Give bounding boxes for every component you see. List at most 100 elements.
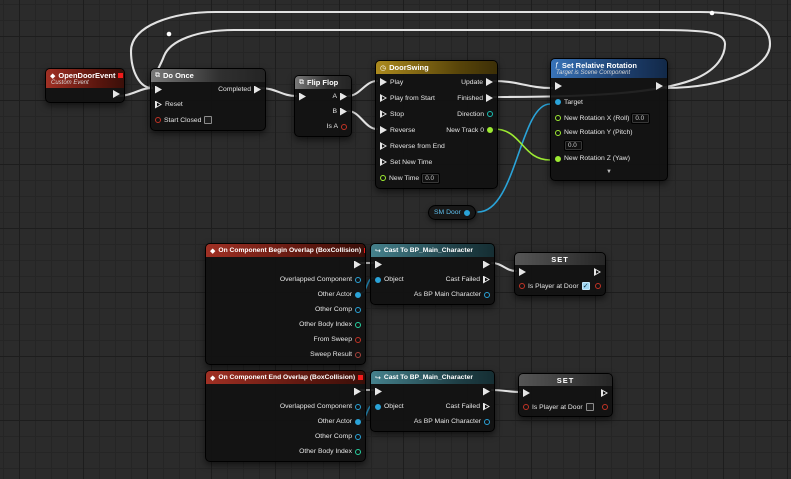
exec-out-a-pin[interactable] (340, 93, 347, 101)
blueprint-graph-canvas[interactable]: ◆ OpenDoorEvent Custom Event ⧉ Do Once C… (0, 0, 791, 479)
pin-row: Other Actor (206, 287, 365, 302)
pitch-value-input[interactable]: 0.0 (565, 141, 582, 150)
bool-in-is-player-at-door-pin[interactable] (523, 404, 529, 410)
wire-junction-dot (710, 11, 715, 16)
node-cast-to-bp-main-character-end[interactable]: ↪ Cast To BP_Main_Character Object Cast … (370, 370, 495, 432)
exec-in-reset-pin[interactable] (155, 101, 162, 109)
node-cast-to-bp-main-character-begin[interactable]: ↪ Cast To BP_Main_Character Object Cast … (370, 243, 495, 305)
float-in-new-time-pin[interactable] (380, 175, 386, 181)
int-out-other-body-index-pin[interactable] (355, 449, 361, 455)
node-do-once[interactable]: ⧉ Do Once Completed Reset Start Closed (150, 68, 266, 131)
header-line: ◆ OpenDoorEvent (50, 71, 120, 80)
object-out-as-character-pin[interactable] (484, 292, 490, 298)
exec-out-pin[interactable] (656, 82, 663, 90)
int-out-other-body-index-pin[interactable] (355, 322, 361, 328)
node-end-overlap-event[interactable]: ◆ On Component End Overlap (BoxCollision… (205, 370, 366, 462)
bool-out-pin[interactable] (602, 404, 608, 410)
exec-in-play-from-start-pin[interactable] (380, 94, 387, 102)
pin-label-set-new-time: Set New Time (390, 159, 432, 166)
exec-out-pin[interactable] (594, 268, 601, 276)
object-out-pin[interactable] (464, 210, 470, 216)
exec-in-pin[interactable] (155, 86, 162, 94)
node-set-is-player-at-door-end[interactable]: SET Is Player at Door (518, 373, 613, 417)
object-out-as-character-pin[interactable] (484, 419, 490, 425)
exec-in-pin[interactable] (375, 388, 382, 396)
pin-row: As BP Main Character (371, 287, 494, 302)
pin-row: Sweep Result (206, 347, 365, 362)
object-out-other-comp-pin[interactable] (355, 307, 361, 313)
bool-out-is-a-pin[interactable] (341, 124, 347, 130)
bool-in-start-closed-pin[interactable] (155, 117, 161, 123)
pin-label-other-comp: Other Comp (315, 306, 352, 313)
exec-in-reverse-from-end-pin[interactable] (380, 142, 387, 150)
node-flip-flop[interactable]: ⧉ Flip Flop A B Is A (294, 75, 352, 137)
exec-out-pin[interactable] (354, 388, 361, 396)
exec-out-cast-failed-pin[interactable] (483, 403, 490, 411)
exec-in-pin[interactable] (299, 93, 306, 101)
exec-out-cast-failed-pin[interactable] (483, 276, 490, 284)
exec-out-pin[interactable] (601, 389, 608, 397)
exec-out-finished-pin[interactable] (486, 94, 493, 102)
node-header: ◷ DoorSwing (376, 61, 497, 74)
float-in-pitch-pin[interactable] (555, 130, 561, 136)
exec-out-pin[interactable] (483, 261, 490, 269)
node-sm-door-variable[interactable]: SM Door (428, 205, 476, 220)
pin-row (206, 384, 365, 399)
pin-row: Other Comp (206, 429, 365, 444)
node-title: On Component Begin Overlap (BoxCollision… (218, 247, 361, 254)
exec-in-reverse-pin[interactable] (380, 126, 387, 134)
node-door-swing-timeline[interactable]: ◷ DoorSwing Play Update Play from Start … (375, 60, 498, 189)
exec-in-pin[interactable] (523, 389, 530, 397)
pin-label-direction: Direction (457, 111, 484, 118)
float-out-new-track-0-pin[interactable] (487, 127, 493, 133)
float-in-roll-pin[interactable] (555, 115, 561, 121)
bool-out-from-sweep-pin[interactable] (355, 337, 361, 343)
exec-in-pin[interactable] (375, 261, 382, 269)
node-header: ◆ On Component Begin Overlap (BoxCollisi… (206, 244, 365, 257)
object-in-pin[interactable] (375, 277, 381, 283)
exec-out-completed-pin[interactable] (254, 86, 261, 94)
pin-row: Reverse New Track 0 (376, 122, 497, 138)
is-player-at-door-checkbox[interactable] (586, 403, 594, 411)
exec-in-pin[interactable] (555, 82, 562, 90)
exec-out-pin[interactable] (354, 261, 361, 269)
pin-label-cast-failed: Cast Failed (446, 276, 480, 283)
exec-out-b-pin[interactable] (340, 108, 347, 116)
exec-in-pin[interactable] (519, 268, 526, 276)
roll-value-input[interactable]: 0.0 (632, 114, 649, 123)
new-time-value-input[interactable]: 0.0 (422, 174, 439, 183)
exec-in-play-pin[interactable] (380, 78, 387, 86)
exec-in-stop-pin[interactable] (380, 110, 387, 118)
exec-out-pin[interactable] (483, 388, 490, 396)
bool-in-is-player-at-door-pin[interactable] (519, 283, 525, 289)
object-out-overlapped-component-pin[interactable] (355, 277, 361, 283)
exec-in-set-new-time-pin[interactable] (380, 158, 387, 166)
start-closed-checkbox[interactable] (204, 116, 212, 124)
node-subtitle: Custom Event (50, 80, 120, 86)
pin-row: Target (551, 94, 667, 110)
is-player-at-door-checkbox[interactable]: ✓ (582, 282, 590, 290)
enum-out-direction-pin[interactable] (487, 111, 493, 117)
pin-label-reverse-from-end: Reverse from End (390, 143, 445, 150)
node-begin-overlap-event[interactable]: ◆ On Component Begin Overlap (BoxCollisi… (205, 243, 366, 365)
exec-out-pin[interactable] (113, 90, 120, 98)
float-in-yaw-pin[interactable] (555, 156, 561, 162)
object-in-target-pin[interactable] (555, 99, 561, 105)
pin-row (371, 257, 494, 272)
object-out-other-actor-pin[interactable] (355, 419, 361, 425)
node-set-is-player-at-door-begin[interactable]: SET Is Player at Door ✓ (514, 252, 606, 296)
bool-out-pin[interactable] (595, 283, 601, 289)
pin-row (519, 386, 612, 400)
pin-label-completed: Completed (218, 86, 251, 93)
object-out-overlapped-component-pin[interactable] (355, 404, 361, 410)
exec-out-update-pin[interactable] (486, 78, 493, 86)
object-out-other-actor-pin[interactable] (355, 292, 361, 298)
node-open-door-event[interactable]: ◆ OpenDoorEvent Custom Event (45, 68, 125, 103)
object-in-pin[interactable] (375, 404, 381, 410)
node-set-relative-rotation[interactable]: ƒ Set Relative Rotation Target is Scene … (550, 58, 668, 181)
pin-row: Reverse from End (376, 138, 497, 154)
chevron-down-icon[interactable]: ▼ (606, 169, 612, 175)
pin-label-other-body-index: Other Body Index (299, 448, 352, 455)
struct-out-sweep-result-pin[interactable] (355, 352, 361, 358)
object-out-other-comp-pin[interactable] (355, 434, 361, 440)
